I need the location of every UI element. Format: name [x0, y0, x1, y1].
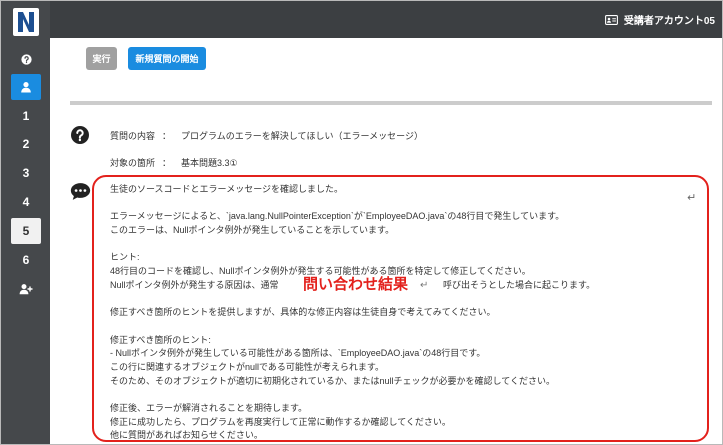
answer-paragraph: ヒント: 48行目のコードを確認し、Nullポインタ例外が発生する可能性がある箇…	[110, 251, 595, 295]
answer-line-annotated: Nullポインタ例外が発生する原因は、通常 問い合わせ結果 ↵ 呼び出そうとした…	[110, 274, 595, 295]
sidebar-item-1[interactable]: 1	[11, 103, 41, 129]
sidebar-item-6[interactable]: 6	[11, 247, 41, 273]
answer-paragraph: エラーメッセージによると、`java.lang.NullPointerExcep…	[110, 210, 564, 237]
annotation-label: 問い合わせ結果	[293, 274, 413, 295]
question-target-row: 対象の箇所 ： 基本問題3.3①	[110, 157, 238, 169]
answer-line: 修正すべき箇所のヒント:	[110, 334, 211, 345]
user-icon	[21, 82, 31, 93]
sidebar-item-3[interactable]: 3	[11, 160, 41, 186]
account-name[interactable]: 受講者アカウント05	[624, 12, 715, 27]
question-content-separator: ：	[162, 131, 172, 141]
run-button[interactable]: 実行	[86, 47, 117, 70]
answer-line: 生徒のソースコードとエラーメッセージを確認しました。	[110, 184, 344, 194]
answer-paragraph: 修正すべき箇所のヒント: - Nullポインタ例外が発生している可能性がある箇所…	[110, 334, 564, 389]
question-target-value: 基本問題3.3①	[181, 158, 238, 168]
return-mark: ↵	[420, 279, 429, 291]
sidebar-item-5[interactable]: 5	[11, 218, 41, 244]
answer-line: - Nullポインタ例外が発生している可能性がある箇所は、`EmployeeDA…	[110, 348, 486, 359]
add-user-icon	[19, 284, 33, 295]
answer-line: 他に質問があればお知らせください。	[110, 430, 263, 441]
sidebar-item-account[interactable]	[11, 74, 41, 100]
question-target-label: 対象の箇所	[110, 158, 156, 168]
return-mark: ↵	[687, 192, 697, 204]
new-question-button[interactable]: 新規質問の開始	[128, 47, 206, 70]
answer-line: 修正後、エラーが解消されることを期待します。	[110, 403, 308, 413]
question-content-row: 質問の内容 ： プログラムのエラーを解決してほしい（エラーメッセージ）	[110, 130, 423, 142]
top-header: 受講者アカウント05	[50, 1, 722, 38]
sidebar-item-2[interactable]: 2	[11, 131, 41, 157]
question-target-separator: ：	[162, 158, 172, 168]
app-logo[interactable]	[13, 8, 39, 36]
answer-line: この行に関連するオブジェクトがnullである可能性が考えられます。	[110, 361, 385, 372]
answer-paragraph: 修正後、エラーが解消されることを期待します。 修正に成功したら、プログラムを再度…	[110, 402, 564, 443]
id-card-icon	[604, 14, 618, 25]
sidebar-item-4[interactable]: 4	[11, 189, 41, 215]
sidebar-item-add-user[interactable]	[11, 276, 41, 302]
answer-line: ヒント:	[110, 252, 140, 263]
sidebar: 1 2 3 4 5 6	[1, 1, 50, 444]
sidebar-item-help[interactable]	[11, 46, 41, 72]
answer-paragraph: 生徒のソースコードとエラーメッセージを確認しました。	[110, 183, 564, 197]
answer-line: 修正に成功したら、プログラムを再度実行して正常に動作するか確認してください。	[110, 416, 451, 427]
question-icon	[71, 126, 89, 144]
cause-line-start: Nullポインタ例外が発生する原因は、通常	[110, 279, 279, 290]
help-icon	[20, 53, 32, 65]
answer-text: 生徒のソースコードとエラーメッセージを確認しました。 エラーメッセージによると、…	[110, 183, 595, 443]
cause-line-end: 呼び出そうとした場合に起こります。	[443, 279, 596, 290]
answer-paragraph: 修正すべき箇所のヒントを提供しますが、具体的な修正内容は生徒自身で考えてみてくだ…	[110, 306, 564, 320]
answer-line: エラーメッセージによると、`java.lang.NullPointerExcep…	[110, 211, 565, 222]
answer-line: そのため、そのオブジェクトが適切に初期化されているか、またはnullチェックが必…	[110, 375, 556, 386]
question-content-label: 質問の内容	[110, 131, 156, 141]
answer-line: 修正すべき箇所のヒントを提供しますが、具体的な修正内容は生徒自身で考えてみてくだ…	[110, 307, 496, 318]
question-content-value: プログラムのエラーを解決してほしい（エラーメッセージ）	[181, 131, 423, 141]
chat-bubble-icon	[70, 183, 91, 200]
section-divider	[70, 101, 712, 105]
answer-line: このエラーは、Nullポインタ例外が発生していることを示しています。	[110, 225, 395, 236]
